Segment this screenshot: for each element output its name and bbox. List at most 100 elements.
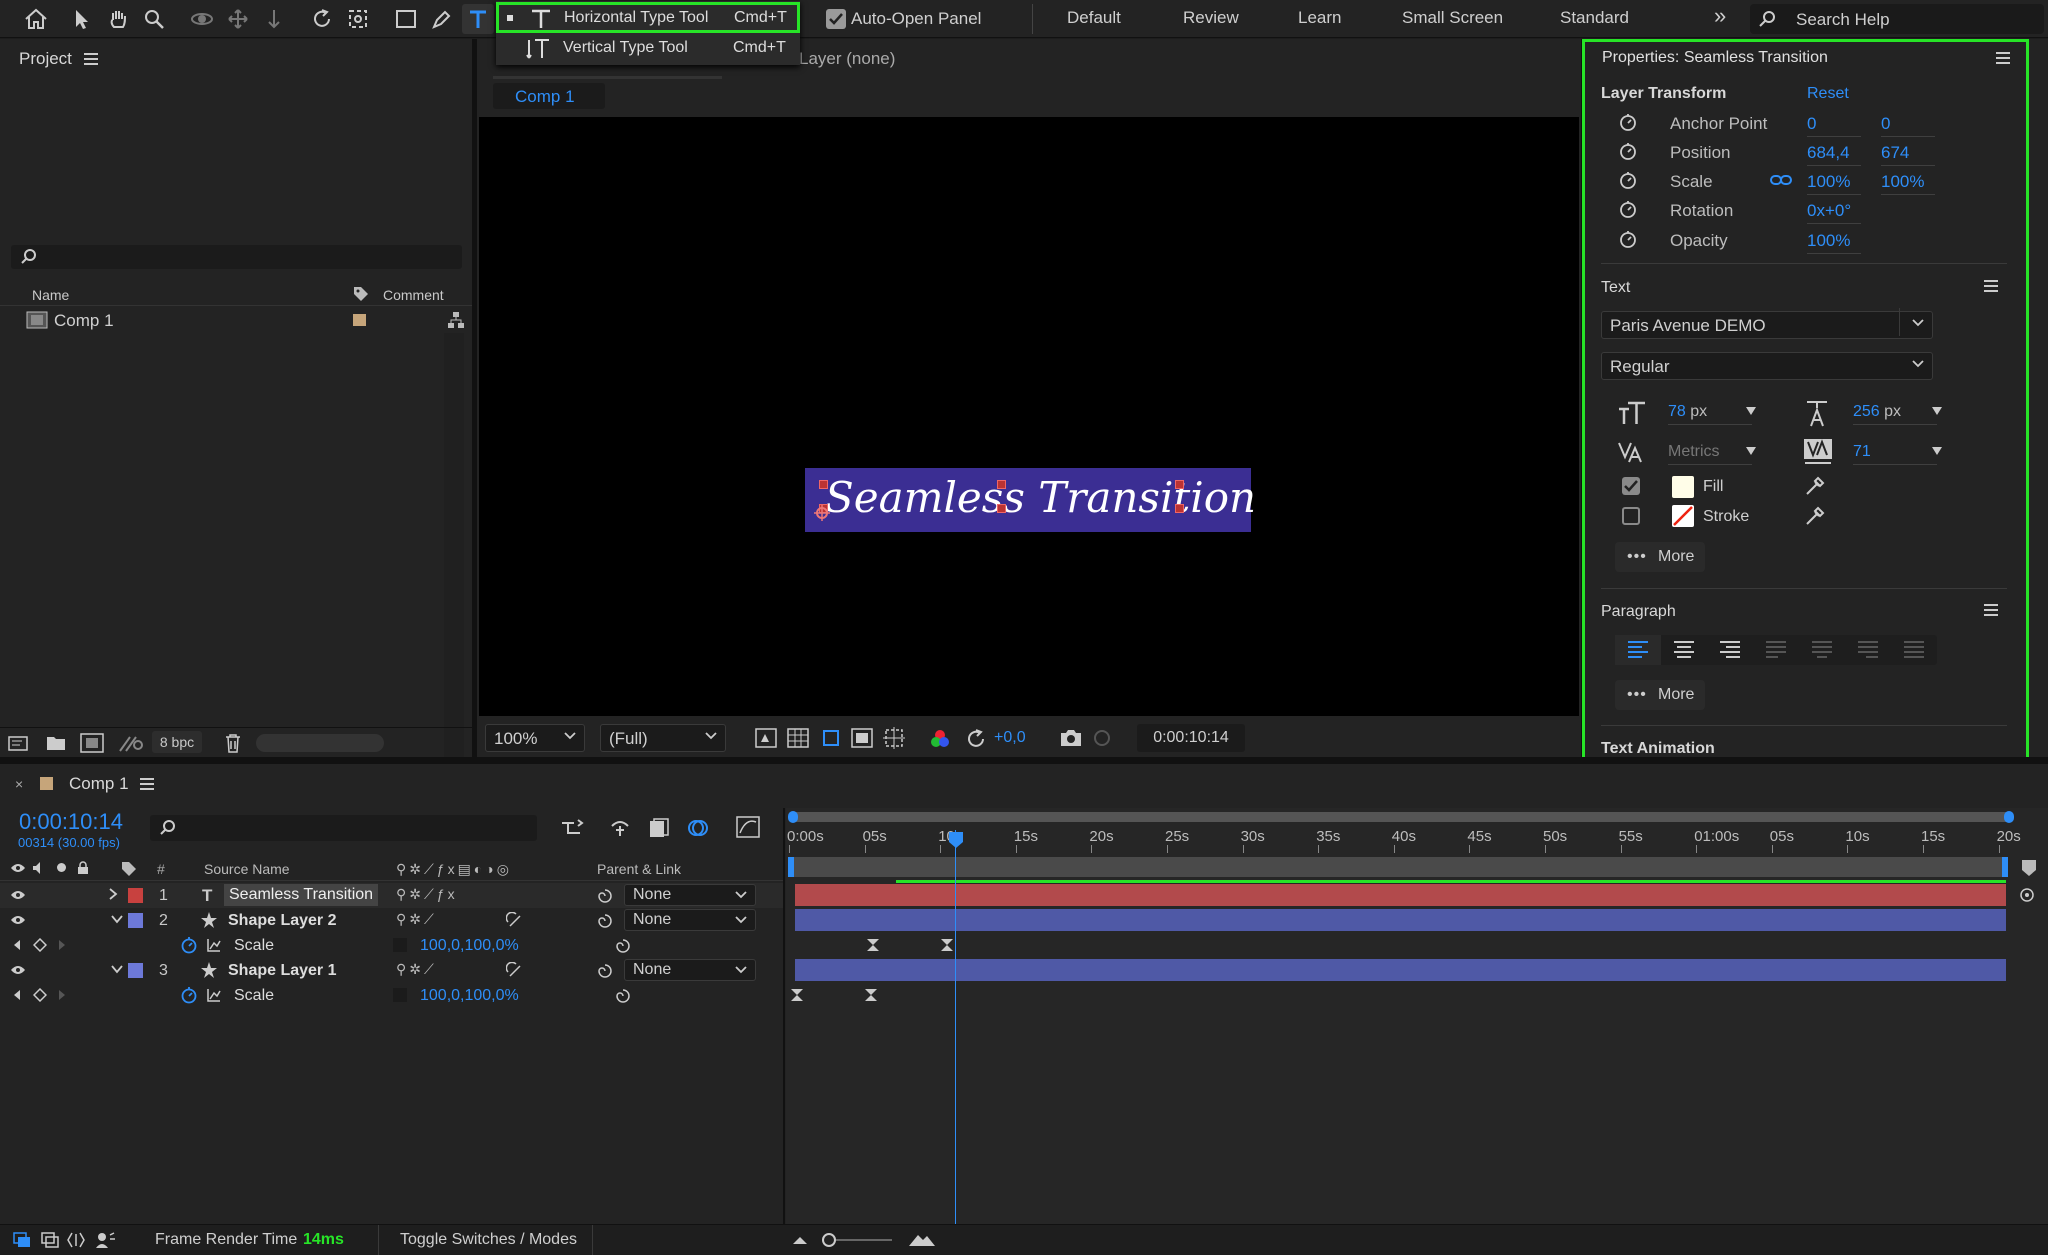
visibility-eye-icon[interactable] <box>10 964 26 976</box>
keyframe-marker[interactable] <box>864 988 878 1002</box>
text-handle[interactable] <box>997 504 1006 513</box>
keyframe-marker[interactable] <box>940 938 954 952</box>
layer-label-color[interactable] <box>128 963 143 978</box>
playhead-handle-icon[interactable] <box>947 830 965 850</box>
paragraph-menu-icon[interactable] <box>1984 604 1998 616</box>
time-navigator[interactable] <box>788 811 2014 823</box>
pan-camera-icon[interactable] <box>222 4 254 34</box>
eyedropper-icon[interactable] <box>1804 475 1826 497</box>
pickwhip-icon[interactable] <box>614 987 632 1005</box>
fill-color-swatch[interactable] <box>1672 476 1694 498</box>
zoom-out-mountain-icon[interactable] <box>792 1235 808 1245</box>
text-section-menu-icon[interactable] <box>1984 280 1998 292</box>
layer-label-color[interactable] <box>128 888 143 903</box>
layer-label-color[interactable] <box>128 913 143 928</box>
transparency-grid-icon[interactable] <box>787 728 809 748</box>
justify-last-center-icon[interactable] <box>1799 635 1845 665</box>
project-item-comp[interactable]: Comp 1 <box>0 308 472 332</box>
work-area-end[interactable] <box>2002 857 2008 877</box>
motion-blur-switch-icon[interactable] <box>506 912 524 930</box>
layer-2-duration-bar[interactable] <box>795 909 2006 931</box>
work-area-start[interactable] <box>788 857 794 877</box>
frame-blending-icon[interactable] <box>648 817 670 839</box>
search-help-field[interactable]: Search Help <box>1750 4 2044 34</box>
region-of-interest-icon[interactable] <box>851 728 873 748</box>
new-folder-icon[interactable] <box>46 734 66 752</box>
workspace-review[interactable]: Review <box>1183 8 1239 28</box>
paragraph-more-button[interactable]: ••• More <box>1615 680 1705 710</box>
project-scrollbar[interactable] <box>444 333 464 765</box>
layer-switches-pane-icon[interactable] <box>12 1231 32 1249</box>
zoom-slider-thumb[interactable] <box>822 1233 836 1247</box>
property-row[interactable]: Scale 100,0,100,0% <box>0 983 785 1008</box>
scale-y[interactable]: 100% <box>1881 172 1935 195</box>
orbit-camera-icon[interactable] <box>186 4 218 34</box>
work-area-bar[interactable] <box>788 857 2008 877</box>
timeline-current-time[interactable]: 0:00:10:14 <box>19 809 123 835</box>
caret-down-icon[interactable] <box>1932 407 1942 415</box>
prev-keyframe-icon[interactable] <box>12 939 22 951</box>
property-expression-toggle[interactable] <box>393 938 407 952</box>
next-keyframe-icon[interactable] <box>57 989 67 1001</box>
graph-icon[interactable] <box>206 937 222 953</box>
layer-name[interactable]: Shape Layer 1 <box>228 962 337 980</box>
parent-dropdown[interactable]: None <box>624 909 756 931</box>
stroke-color-swatch[interactable] <box>1672 505 1694 527</box>
close-icon[interactable]: × <box>15 776 23 792</box>
layer-name[interactable]: Seamless Transition <box>224 884 379 906</box>
thumbnail-slider[interactable] <box>256 734 384 752</box>
column-name[interactable]: Name <box>32 287 69 303</box>
timeline-tab[interactable]: Comp 1 <box>69 774 129 794</box>
expand-arrow-icon[interactable] <box>108 887 118 901</box>
panel-menu-icon[interactable] <box>140 778 154 790</box>
column-parent-link[interactable]: Parent & Link <box>597 861 681 877</box>
pen-tool-icon[interactable] <box>426 4 458 34</box>
interpret-footage-icon[interactable] <box>8 734 32 752</box>
parent-dropdown[interactable]: None <box>624 959 756 981</box>
layer-switches[interactable]: ⚲✲⟋ƒx <box>396 886 458 903</box>
trash-icon[interactable] <box>224 733 242 753</box>
property-row[interactable]: Scale 100,0,100,0% <box>0 933 785 958</box>
visibility-eye-icon[interactable] <box>10 914 26 926</box>
anchor-point-icon[interactable] <box>813 504 831 522</box>
caret-down-icon[interactable] <box>1746 447 1756 455</box>
magnification-dropdown[interactable]: 100% <box>485 724 585 752</box>
add-keyframe-icon[interactable] <box>33 988 47 1002</box>
column-source-name[interactable]: Source Name <box>204 861 290 877</box>
text-layer-bounds[interactable]: Seamless Transition <box>805 468 1256 532</box>
justify-last-right-icon[interactable] <box>1845 635 1891 665</box>
stopwatch-icon[interactable] <box>1618 141 1638 161</box>
workspace-standard[interactable]: Standard <box>1560 8 1629 28</box>
font-style-dropdown[interactable]: Regular <box>1601 352 1933 380</box>
bit-depth-button[interactable]: 8 bpc <box>152 731 202 753</box>
selection-tool-icon[interactable] <box>66 4 98 34</box>
stopwatch-active-icon[interactable] <box>180 986 198 1004</box>
snapshot-camera-icon[interactable] <box>1059 728 1083 748</box>
motion-blur-switch-icon[interactable] <box>506 962 524 980</box>
property-expression-toggle[interactable] <box>393 988 407 1002</box>
workspace-learn[interactable]: Learn <box>1298 8 1341 28</box>
grid-guides-icon[interactable] <box>883 727 905 749</box>
add-keyframe-icon[interactable] <box>33 938 47 952</box>
anchor-point-x[interactable]: 0 <box>1807 114 1861 137</box>
justify-last-left-icon[interactable] <box>1753 635 1799 665</box>
graph-editor-icon[interactable] <box>736 816 760 838</box>
comp-flowchart-icon[interactable] <box>560 818 586 838</box>
next-keyframe-icon[interactable] <box>57 939 67 951</box>
justify-all-icon[interactable] <box>1891 635 1937 665</box>
navigator-start-handle[interactable] <box>788 811 798 823</box>
rotation-value[interactable]: 0x+0° <box>1807 201 1861 224</box>
label-tag-icon[interactable] <box>352 285 370 303</box>
stopwatch-icon[interactable] <box>1618 199 1638 219</box>
pickwhip-icon[interactable] <box>596 887 614 905</box>
text-more-button[interactable]: ••• More <box>1615 542 1705 572</box>
scale-property-value[interactable]: 100,0,100,0% <box>420 937 519 955</box>
render-time-pane-icon[interactable] <box>94 1231 116 1249</box>
comp-marker-icon[interactable] <box>2020 858 2038 878</box>
auto-open-checkbox[interactable] <box>826 9 846 29</box>
in-out-pane-icon[interactable] <box>66 1231 86 1249</box>
collapse-arrow-icon[interactable] <box>110 964 124 974</box>
eyedropper-icon[interactable] <box>1804 505 1826 527</box>
viewer-timecode[interactable]: 0:00:10:14 <box>1137 724 1245 752</box>
scale-x[interactable]: 100% <box>1807 172 1861 195</box>
